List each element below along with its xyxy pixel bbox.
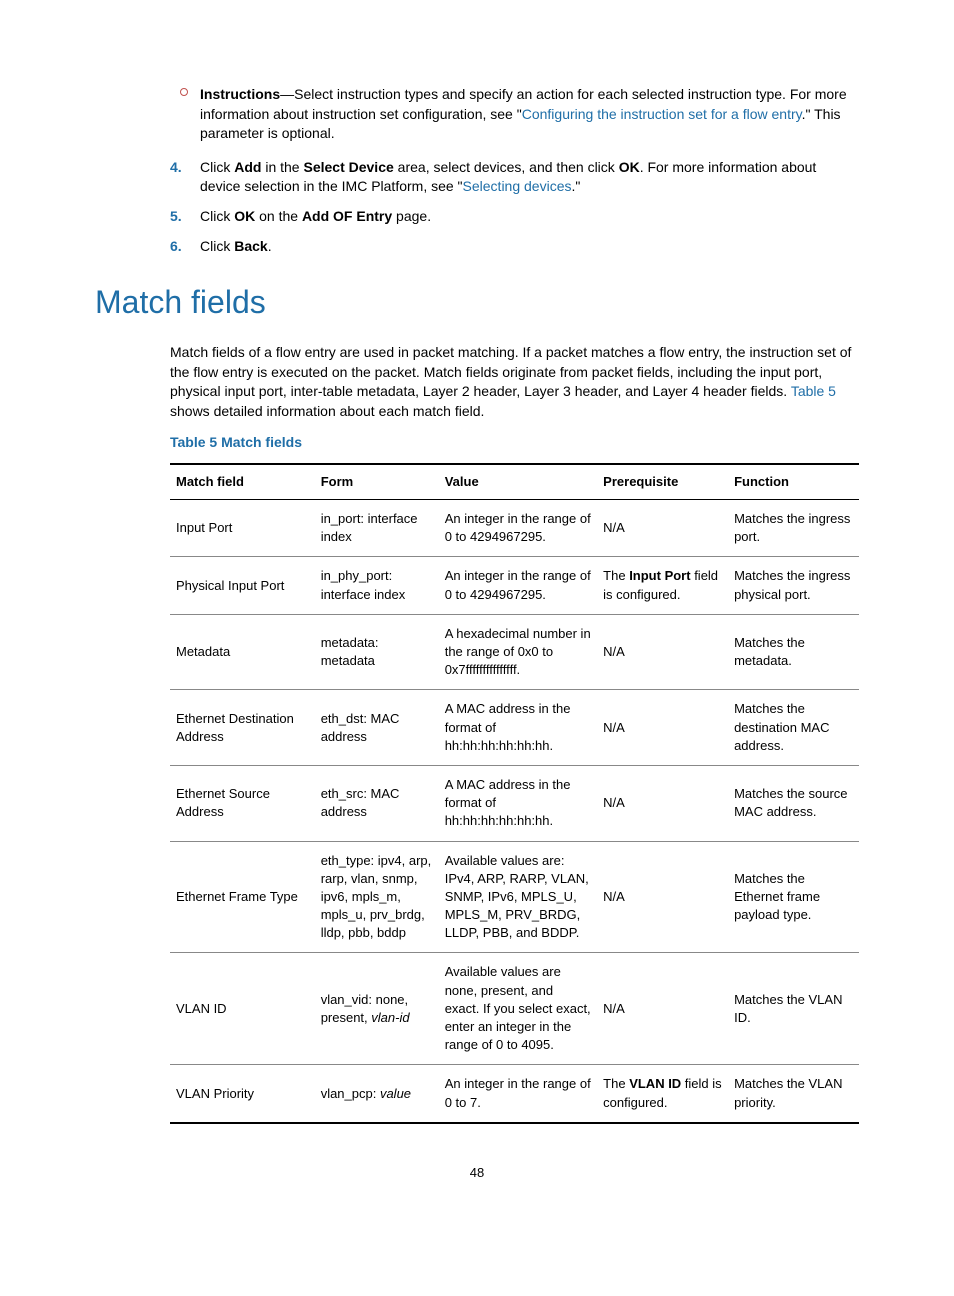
link-selecting-devices[interactable]: Selecting devices	[463, 178, 572, 194]
cell-match-field: VLAN Priority	[170, 1065, 315, 1123]
section-heading-match-fields: Match fields	[95, 280, 859, 325]
table-caption: Table 5 Match fields	[170, 433, 859, 453]
cell-prerequisite: N/A	[597, 500, 728, 557]
cell-function: Matches the source MAC address.	[728, 765, 859, 841]
cell-form: in_phy_port: interface index	[315, 557, 439, 614]
cell-value: An integer in the range of 0 to 7.	[439, 1065, 597, 1123]
page-number: 48	[95, 1164, 859, 1182]
cell-form: eth_type: ipv4, arp, rarp, vlan, snmp, i…	[315, 841, 439, 953]
cell-function: Matches the ingress physical port.	[728, 557, 859, 614]
cell-prerequisite: N/A	[597, 614, 728, 690]
table-row: Ethernet Source Addresseth_src: MAC addr…	[170, 765, 859, 841]
cell-function: Matches the destination MAC address.	[728, 690, 859, 766]
cell-match-field: VLAN ID	[170, 953, 315, 1065]
cell-prerequisite: The Input Port field is configured.	[597, 557, 728, 614]
table-header-row: Match field Form Value Prerequisite Func…	[170, 464, 859, 500]
cell-match-field: Metadata	[170, 614, 315, 690]
cell-match-field: Physical Input Port	[170, 557, 315, 614]
step-number: 4.	[170, 158, 182, 178]
table-row: VLAN IDvlan_vid: none, present, vlan-idA…	[170, 953, 859, 1065]
table-row: Metadatametadata: metadataA hexadecimal …	[170, 614, 859, 690]
step-number: 6.	[170, 237, 182, 257]
cell-form: vlan_pcp: value	[315, 1065, 439, 1123]
table-row: VLAN Priorityvlan_pcp: valueAn integer i…	[170, 1065, 859, 1123]
step-6: 6. Click Back.	[200, 237, 859, 257]
cell-prerequisite: N/A	[597, 690, 728, 766]
intro-paragraph: Match fields of a flow entry are used in…	[170, 343, 859, 421]
cell-form: metadata: metadata	[315, 614, 439, 690]
header-function: Function	[728, 464, 859, 500]
cell-match-field: Ethernet Source Address	[170, 765, 315, 841]
cell-value: An integer in the range of 0 to 42949672…	[439, 557, 597, 614]
cell-prerequisite: N/A	[597, 841, 728, 953]
link-configuring-instruction-set[interactable]: Configuring the instruction set for a fl…	[522, 106, 802, 122]
cell-function: Matches the VLAN ID.	[728, 953, 859, 1065]
cell-value: Available values are none, present, and …	[439, 953, 597, 1065]
header-form: Form	[315, 464, 439, 500]
cell-value: Available values are: IPv4, ARP, RARP, V…	[439, 841, 597, 953]
cell-prerequisite: N/A	[597, 953, 728, 1065]
circle-bullet-icon	[180, 88, 188, 96]
cell-prerequisite: The VLAN ID field is configured.	[597, 1065, 728, 1123]
cell-value: A hexadecimal number in the range of 0x0…	[439, 614, 597, 690]
step-4: 4. Click Add in the Select Device area, …	[200, 158, 859, 197]
table-row: Input Portin_port: interface indexAn int…	[170, 500, 859, 557]
cell-value: A MAC address in the format of hh:hh:hh:…	[439, 765, 597, 841]
header-prerequisite: Prerequisite	[597, 464, 728, 500]
header-value: Value	[439, 464, 597, 500]
header-match-field: Match field	[170, 464, 315, 500]
link-table-5[interactable]: Table 5	[791, 383, 836, 399]
cell-match-field: Ethernet Destination Address	[170, 690, 315, 766]
cell-form: in_port: interface index	[315, 500, 439, 557]
cell-function: Matches the Ethernet frame payload type.	[728, 841, 859, 953]
cell-form: eth_src: MAC address	[315, 765, 439, 841]
cell-form: eth_dst: MAC address	[315, 690, 439, 766]
step-number: 5.	[170, 207, 182, 227]
sub-bullet-instructions: Instructions—Select instruction types an…	[200, 85, 859, 144]
cell-form: vlan_vid: none, present, vlan-id	[315, 953, 439, 1065]
cell-function: Matches the metadata.	[728, 614, 859, 690]
bullet-label: Instructions	[200, 86, 280, 102]
cell-match-field: Ethernet Frame Type	[170, 841, 315, 953]
table-row: Ethernet Destination Addresseth_dst: MAC…	[170, 690, 859, 766]
cell-function: Matches the ingress port.	[728, 500, 859, 557]
table-row: Ethernet Frame Typeeth_type: ipv4, arp, …	[170, 841, 859, 953]
step-5: 5. Click OK on the Add OF Entry page.	[200, 207, 859, 227]
cell-value: An integer in the range of 0 to 42949672…	[439, 500, 597, 557]
table-row: Physical Input Portin_phy_port: interfac…	[170, 557, 859, 614]
cell-value: A MAC address in the format of hh:hh:hh:…	[439, 690, 597, 766]
cell-prerequisite: N/A	[597, 765, 728, 841]
match-fields-table: Match field Form Value Prerequisite Func…	[170, 463, 859, 1124]
cell-match-field: Input Port	[170, 500, 315, 557]
cell-function: Matches the VLAN priority.	[728, 1065, 859, 1123]
